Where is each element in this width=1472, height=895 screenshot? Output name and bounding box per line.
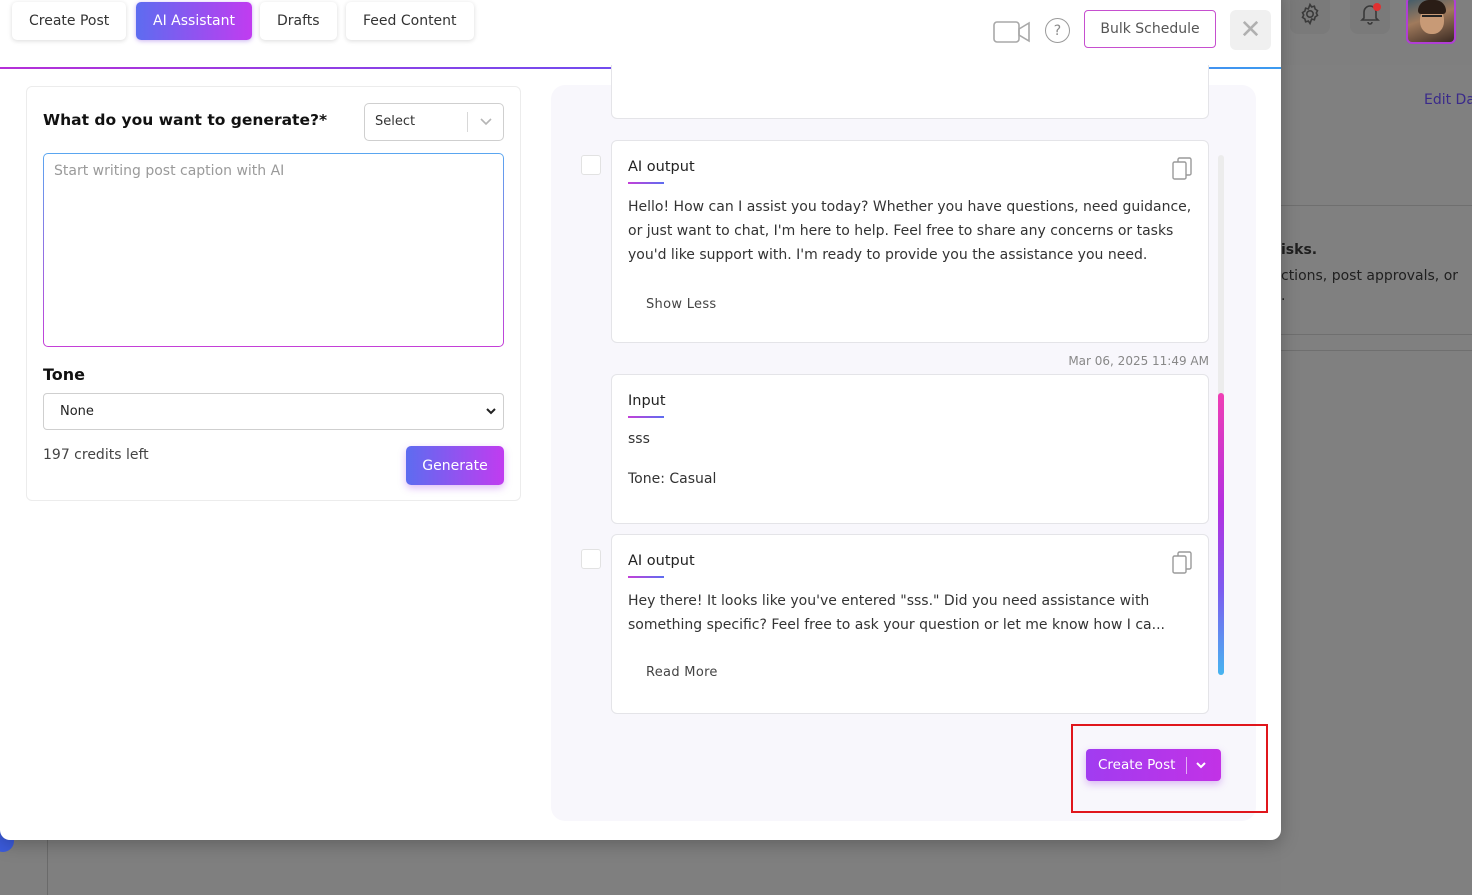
- input-prompt: sss: [628, 431, 650, 447]
- caption-input[interactable]: Start writing post caption with AI: [44, 154, 503, 346]
- credits-left: 197 credits left: [43, 447, 149, 463]
- ai-output-card: AI output Hey there! It looks like you'v…: [611, 534, 1209, 714]
- generate-button[interactable]: Generate: [406, 446, 504, 485]
- ai-output-text: Hello! How can I assist you today? Wheth…: [628, 199, 1192, 263]
- heading-underline: [628, 576, 664, 578]
- input-tone: Tone: Casual: [628, 471, 717, 487]
- video-icon[interactable]: [993, 20, 1031, 44]
- background-divider: [1281, 350, 1472, 351]
- show-less-link[interactable]: Show Less: [646, 297, 716, 312]
- caption-input-border: Start writing post caption with AI: [43, 153, 504, 347]
- modal-header: Create Post AI Assistant Drafts Feed Con…: [0, 0, 1281, 69]
- chevron-down-icon: [480, 118, 492, 126]
- ai-output-card: AI output Hello! How can I assist you to…: [611, 140, 1209, 343]
- heading-underline: [628, 416, 664, 418]
- highlight-annotation: [1071, 724, 1268, 813]
- ai-output-panel: AI output Hello! How can I assist you to…: [551, 65, 1256, 821]
- tone-value: None: [60, 404, 94, 419]
- copy-icon[interactable]: [1172, 551, 1192, 575]
- tone-select[interactable]: None: [43, 393, 504, 430]
- scrollbar-thumb[interactable]: [1218, 393, 1224, 675]
- bulk-schedule-button[interactable]: Bulk Schedule: [1084, 10, 1216, 48]
- tab-drafts[interactable]: Drafts: [260, 2, 337, 40]
- message-timestamp: Mar 06, 2025 11:49 AM: [1068, 354, 1209, 368]
- ai-output-heading: AI output: [628, 553, 695, 569]
- previous-output-card: [611, 65, 1209, 119]
- tone-label: Tone: [43, 365, 86, 384]
- create-post-modal: Create Post AI Assistant Drafts Feed Con…: [0, 0, 1281, 840]
- generate-form: What do you want to generate?* Select St…: [26, 86, 521, 501]
- settings-gear-icon[interactable]: [1290, 0, 1330, 34]
- generate-type-select[interactable]: Select: [364, 103, 504, 141]
- ai-output-text: Hey there! It looks like you've entered …: [628, 593, 1165, 633]
- background-divider: [47, 840, 48, 895]
- read-more-link[interactable]: Read More: [646, 665, 718, 680]
- background-card-dot: .: [1281, 288, 1286, 304]
- tab-ai-assistant[interactable]: AI Assistant: [136, 2, 252, 40]
- output-checkbox[interactable]: [581, 549, 601, 569]
- ai-output-heading: AI output: [628, 159, 695, 175]
- background-card-title: isks.: [1281, 242, 1318, 258]
- notification-dot: [1373, 3, 1381, 11]
- select-separator: [467, 112, 468, 132]
- user-avatar[interactable]: [1406, 0, 1456, 44]
- form-title: What do you want to generate?*: [43, 111, 328, 129]
- chevron-down-icon: [486, 408, 496, 415]
- close-icon[interactable]: ✕: [1230, 10, 1271, 50]
- output-checkbox[interactable]: [581, 155, 601, 175]
- background-panel: [1281, 65, 1472, 895]
- input-heading: Input: [628, 393, 666, 409]
- input-card: Input sss Tone: Casual: [611, 374, 1209, 524]
- heading-underline: [628, 182, 664, 184]
- copy-icon[interactable]: [1172, 157, 1192, 181]
- background-edit-link: Edit Da: [1424, 92, 1472, 108]
- tab-create-post[interactable]: Create Post: [12, 2, 127, 40]
- tab-feed-content[interactable]: Feed Content: [346, 2, 474, 40]
- notification-bell-icon[interactable]: [1350, 0, 1390, 34]
- background-card-text: ctions, post approvals, or: [1281, 268, 1459, 284]
- help-icon[interactable]: ?: [1045, 18, 1070, 43]
- generate-type-value: Select: [375, 114, 416, 129]
